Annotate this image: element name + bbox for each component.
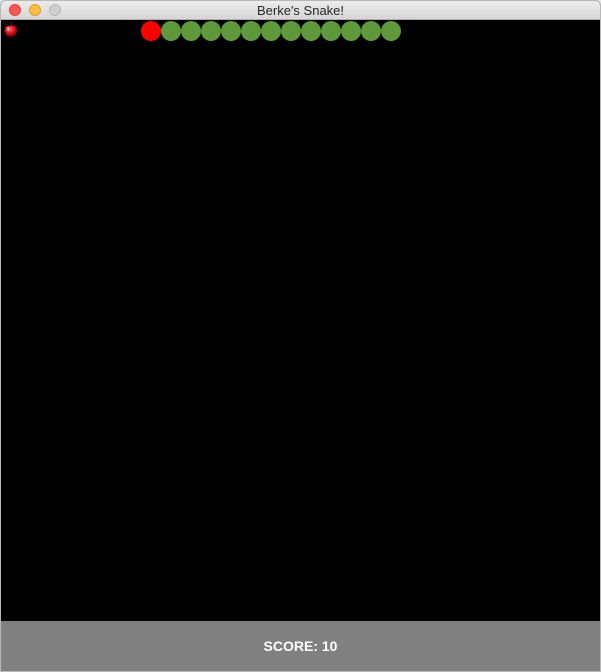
score-label: SCORE: 10: [263, 638, 338, 654]
snake-body-segment: [321, 21, 341, 41]
snake-body-segment: [361, 21, 381, 41]
snake-body-segment: [261, 21, 281, 41]
snake-body-segment: [201, 21, 221, 41]
score-bar: SCORE: 10: [1, 621, 600, 671]
snake-body-segment: [301, 21, 321, 41]
snake-body-segment: [181, 21, 201, 41]
snake-body-segment: [381, 21, 401, 41]
snake-head: [141, 21, 161, 41]
game-board[interactable]: [1, 20, 600, 621]
apple-icon: [4, 22, 18, 37]
title-bar[interactable]: Berke's Snake!: [1, 1, 600, 20]
window-title: Berke's Snake!: [256, 3, 345, 18]
snake-body-segment: [241, 21, 261, 41]
game-window: Berke's Snake! SCORE: 10: [0, 0, 601, 672]
snake-body-segment: [341, 21, 361, 41]
snake-body-segment: [221, 21, 241, 41]
snake-body-segment: [281, 21, 301, 41]
snake-body-segment: [161, 21, 181, 41]
